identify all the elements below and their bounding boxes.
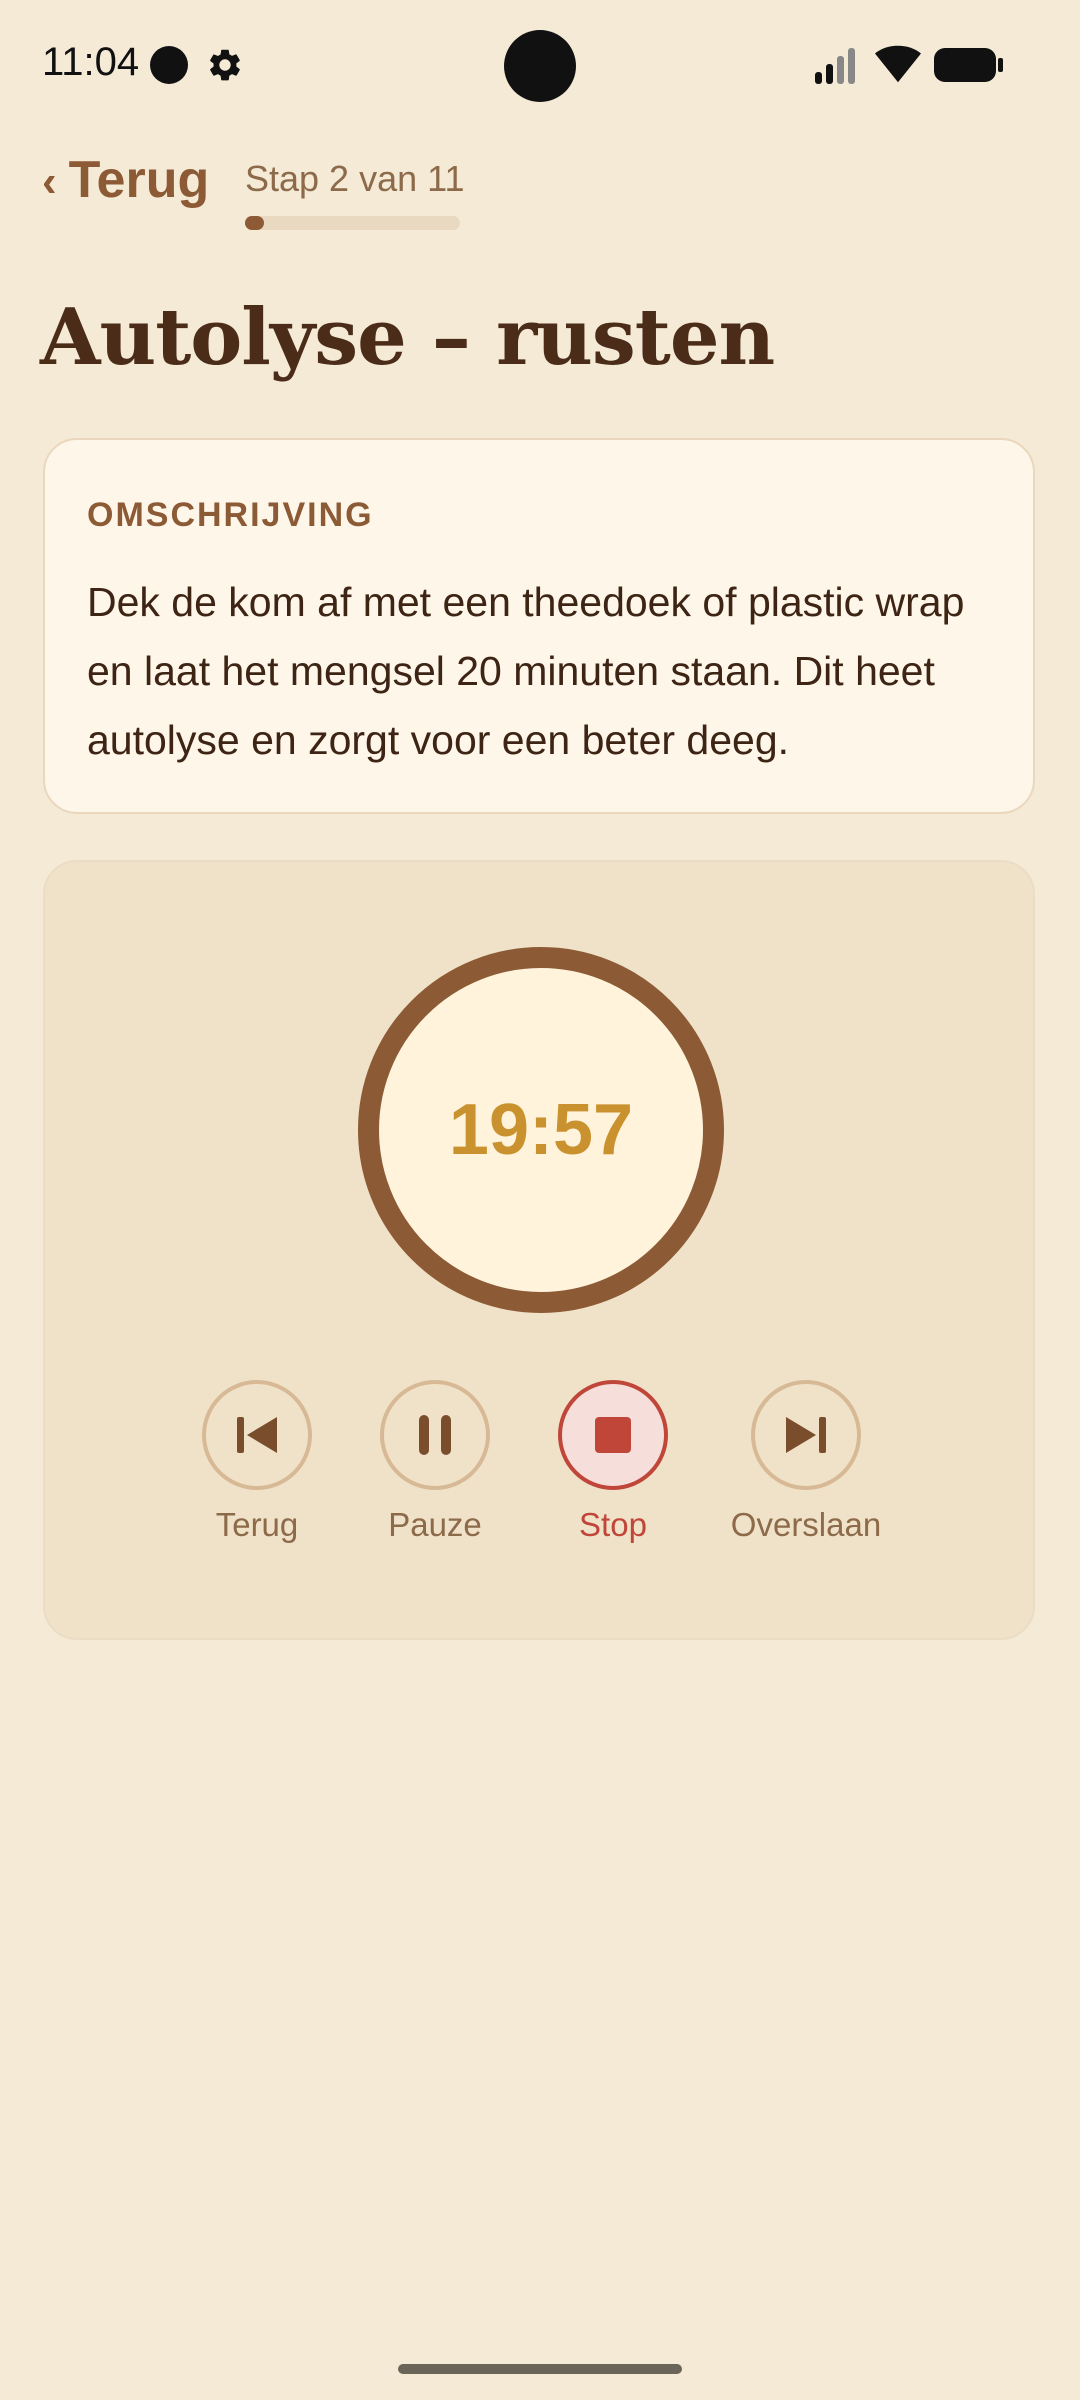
- skip-step-button[interactable]: [751, 1380, 861, 1490]
- step-progress-bar: [245, 216, 460, 230]
- stop-label: Stop: [579, 1506, 647, 1543]
- back-link[interactable]: ‹ Terug: [42, 150, 209, 210]
- description-heading: OMSCHRIJVING: [87, 496, 374, 534]
- skip-control: Overslaan: [726, 1380, 886, 1544]
- front-camera: [504, 30, 576, 102]
- skip-previous-icon: [237, 1417, 277, 1453]
- timer-value: 19:57: [448, 1090, 634, 1170]
- timer-card: 19:57 Terug Pauze Stop Overslaan: [43, 860, 1035, 1640]
- app-screen: 11:04 ‹ Terug Stap 2 van 11 Autolyse – r…: [0, 0, 1080, 2400]
- previous-step-button[interactable]: [202, 1380, 312, 1490]
- timer-ring: 19:57: [358, 947, 724, 1313]
- status-time: 11:04: [42, 40, 140, 84]
- page-title: Autolyse – rusten: [40, 292, 775, 383]
- description-text: Dek de kom af met een theedoek of plasti…: [87, 579, 965, 763]
- stop-button[interactable]: [558, 1380, 668, 1490]
- stop-icon: [595, 1417, 631, 1453]
- description-card: OMSCHRIJVING Dek de kom af met een theed…: [43, 438, 1035, 814]
- pause-label: Pauze: [388, 1506, 482, 1543]
- notification-dot-icon: [150, 46, 188, 84]
- previous-label: Terug: [215, 1506, 299, 1543]
- previous-control: Terug: [177, 1380, 337, 1544]
- settings-icon: [210, 49, 240, 81]
- pause-button[interactable]: [380, 1380, 490, 1490]
- signal-icon: [815, 48, 855, 84]
- home-indicator[interactable]: [398, 2364, 682, 2374]
- battery-icon: [934, 48, 1003, 82]
- stop-control: Stop: [533, 1380, 693, 1544]
- back-label: Terug: [68, 151, 210, 209]
- pause-icon: [419, 1415, 451, 1455]
- chevron-left-icon: ‹: [42, 157, 57, 206]
- skip-next-icon: [786, 1417, 826, 1453]
- pause-control: Pauze: [355, 1380, 515, 1544]
- wifi-icon: [875, 45, 921, 83]
- skip-label: Overslaan: [730, 1506, 882, 1543]
- step-indicator: Stap 2 van 11: [245, 158, 465, 199]
- step-progress-fill: [245, 216, 265, 230]
